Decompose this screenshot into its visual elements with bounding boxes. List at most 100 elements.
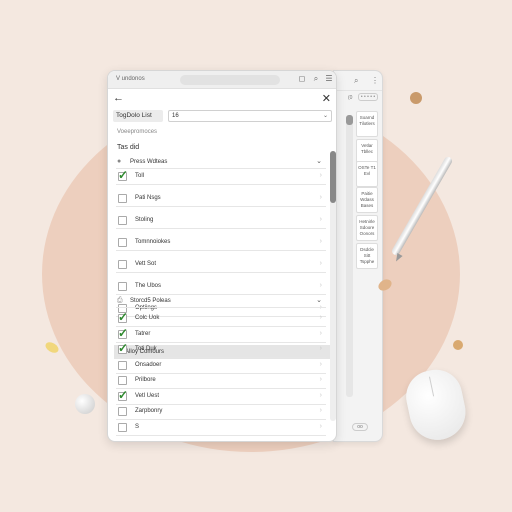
todo-item-label: Tatrer — [135, 330, 151, 337]
chevron-right-icon[interactable]: › — [320, 238, 322, 245]
todo-item[interactable]: Onsadoer › — [116, 359, 326, 374]
checkbox[interactable] — [118, 238, 127, 247]
side-panel-dots[interactable]: • • • • • — [358, 93, 378, 101]
todo-item-label: Toll — [135, 173, 145, 179]
todo-item-label: S — [135, 423, 140, 430]
chevron-down-icon: ⌄ — [322, 113, 328, 119]
todo-item[interactable]: Zarpbonry › — [116, 405, 326, 420]
todo-item-label: Onsadoer — [135, 361, 162, 368]
checkbox[interactable]: ✓ — [118, 388, 128, 402]
todo-item[interactable]: Stoling › — [116, 214, 326, 229]
checkmark-icon: ✓ — [118, 387, 129, 402]
chevron-right-icon[interactable]: › — [320, 407, 322, 414]
search-icon[interactable]: ⌕ — [311, 74, 321, 84]
printer-icon: ⎙ — [117, 297, 123, 304]
more-icon[interactable]: ⋮ — [371, 76, 379, 85]
side-panel-scroll-thumb[interactable] — [346, 115, 353, 125]
list-name-label: TogDolo List — [113, 110, 163, 122]
chevron-right-icon[interactable]: › — [320, 314, 322, 321]
side-panel-titlebar: ⌕ ⋮ — [334, 71, 382, 91]
checkbox[interactable]: ✓ — [118, 310, 128, 324]
side-panel-radio[interactable]: (0 — [348, 95, 352, 101]
chevron-right-icon[interactable]: › — [320, 423, 322, 430]
chevron-right-icon[interactable]: › — [320, 330, 322, 337]
chevron-right-icon[interactable]: › — [320, 392, 322, 399]
side-card[interactable]: Dsdcle Sitt Tspphe — [356, 243, 378, 269]
section-title: Tas did — [117, 144, 140, 151]
todo-item[interactable]: Pati Nsgs › — [116, 192, 326, 207]
search-icon[interactable]: ⌕ — [354, 76, 358, 86]
list-scroll-thumb[interactable] — [330, 151, 336, 203]
checkbox[interactable] — [118, 360, 127, 370]
side-panel-toolbar: (0 • • • • • — [334, 91, 382, 105]
chevron-down-icon[interactable]: ⌄ — [316, 155, 322, 169]
checkbox[interactable] — [118, 407, 127, 416]
side-panel-window: ⌕ ⋮ (0 • • • • • Soarnd Tilotlers Vetlar… — [333, 70, 383, 442]
chevron-right-icon[interactable]: › — [320, 345, 322, 352]
checkmark-icon: ✓ — [118, 310, 129, 324]
checkbox[interactable]: ✓ — [118, 341, 128, 355]
todo-item[interactable]: The Ubos › — [116, 280, 326, 295]
chevron-right-icon[interactable]: › — [320, 216, 322, 223]
group-header[interactable]: ● Press Wdteas ⌄ — [116, 155, 326, 169]
todo-item[interactable]: ✓ Vetl Uest › — [116, 388, 326, 405]
todo-item[interactable]: ✓ Toti Duk › — [116, 341, 326, 358]
todo-item-label: Pati Nsgs — [135, 195, 161, 201]
checkmark-icon: ✓ — [118, 325, 129, 340]
side-panel-toggle-button[interactable]: oo — [352, 423, 368, 431]
todo-item-label: Colc Uok — [135, 315, 160, 321]
side-card[interactable]: OSTe T1 Evl — [356, 161, 378, 187]
group-title: Storcd5 Poleas — [130, 298, 171, 304]
todo-item[interactable]: Vett Sot › — [116, 258, 326, 273]
chevron-right-icon[interactable]: › — [320, 376, 322, 383]
list-select[interactable]: 16 ⌄ — [168, 110, 332, 122]
todo-item-label: Vetl Uest — [135, 392, 160, 399]
decor-bead — [453, 340, 463, 350]
todo-item-label: Tomnnoiokes — [135, 239, 171, 245]
todo-window: V undonos ◻ ⌕ ☰ ← ✕ TogDolo List 16 ⌄ Vo… — [107, 70, 337, 442]
hint-text: Voeepromoces — [117, 129, 158, 135]
checkbox[interactable] — [118, 282, 127, 291]
close-icon[interactable]: ✕ — [322, 92, 331, 105]
window-titlebar: V undonos ◻ ⌕ ☰ — [108, 71, 336, 89]
list-select-value: 16 — [172, 113, 179, 119]
group-title: Press Wdteas — [130, 159, 168, 165]
todo-item[interactable]: ✓ Colc Uok › — [116, 310, 326, 327]
todo-item[interactable]: ✓ Toll › — [116, 168, 326, 185]
chevron-right-icon[interactable]: › — [320, 260, 322, 267]
chevron-right-icon[interactable]: › — [320, 194, 322, 201]
todo-item[interactable]: ✓ Tatrer › — [116, 326, 326, 343]
todo-item-label: Toti Duk — [135, 346, 157, 352]
checkbox[interactable] — [118, 260, 127, 269]
list-icon[interactable]: ☰ — [324, 74, 334, 84]
arrow-left-icon[interactable]: ← — [113, 92, 124, 104]
square-icon[interactable]: ◻ — [297, 74, 307, 84]
decor-bead — [410, 92, 422, 104]
dot-icon: ● — [117, 158, 122, 165]
list-scrollbar[interactable] — [330, 151, 336, 421]
checkbox[interactable] — [118, 376, 127, 385]
side-panel-scrollbar[interactable] — [346, 115, 353, 397]
side-card[interactable]: Soarnd Tilotlers — [356, 111, 378, 137]
checkbox[interactable] — [118, 422, 127, 432]
side-card[interactable]: Paitie Wdass Bases — [356, 187, 378, 213]
checkbox[interactable] — [118, 216, 127, 225]
chevron-right-icon[interactable]: › — [320, 361, 322, 368]
checkmark-icon: ✓ — [118, 168, 129, 182]
checkmark-icon: ✓ — [118, 341, 129, 355]
side-card[interactable]: Hetnirle Sdoore Oonors — [356, 215, 378, 241]
group-header[interactable]: ⎙ Storcd5 Poleas ⌄ — [116, 294, 326, 308]
checkbox[interactable] — [118, 194, 127, 203]
todo-item-label: Zarpbonry — [135, 408, 163, 414]
todo-item[interactable]: S › — [116, 421, 326, 436]
todo-item[interactable]: Prilbore › — [116, 374, 326, 389]
todo-item-label: Prilbore — [135, 377, 156, 383]
titlebar-search-field[interactable] — [180, 75, 280, 85]
checkbox[interactable]: ✓ — [118, 168, 128, 182]
chevron-right-icon[interactable]: › — [320, 172, 322, 179]
todo-item-label: Stoling — [135, 217, 154, 223]
chevron-down-icon[interactable]: ⌄ — [316, 294, 322, 308]
todo-item[interactable]: Tomnnoiokes › — [116, 236, 326, 251]
checkbox[interactable]: ✓ — [118, 326, 128, 340]
chevron-right-icon[interactable]: › — [320, 282, 322, 289]
